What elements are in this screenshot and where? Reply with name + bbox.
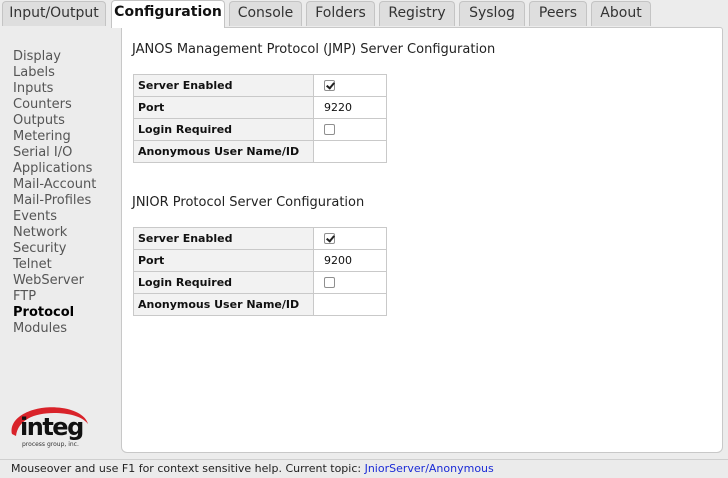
jnior-section-title: JNIOR Protocol Server Configuration bbox=[132, 195, 365, 210]
tab-input-output[interactable]: Input/Output bbox=[2, 1, 106, 26]
jmp-login-required-label: Login Required bbox=[133, 118, 314, 141]
sidebar-item-serial-io[interactable]: Serial I/O bbox=[13, 145, 96, 161]
sidebar-item-telnet[interactable]: Telnet bbox=[13, 257, 96, 273]
jmp-port-label: Port bbox=[133, 96, 314, 119]
jnior-server-enabled-label: Server Enabled bbox=[133, 227, 314, 250]
tab-registry[interactable]: Registry bbox=[379, 1, 455, 26]
table-row: Login Required bbox=[133, 118, 387, 141]
sidebar-item-webserver[interactable]: WebServer bbox=[13, 273, 96, 289]
table-row: Anonymous User Name/ID bbox=[133, 293, 387, 316]
table-row: Server Enabled bbox=[133, 227, 387, 250]
sidebar-item-modules[interactable]: Modules bbox=[13, 321, 96, 337]
tab-about[interactable]: About bbox=[591, 1, 651, 26]
sidebar-item-network[interactable]: Network bbox=[13, 225, 96, 241]
sidebar-item-security[interactable]: Security bbox=[13, 241, 96, 257]
sidebar-item-mail-account[interactable]: Mail-Account bbox=[13, 177, 96, 193]
jnior-config-table: Server Enabled Port 9200 Login Required … bbox=[133, 227, 387, 316]
jmp-port-field[interactable]: 9220 bbox=[313, 96, 387, 119]
table-row: Anonymous User Name/ID bbox=[133, 140, 387, 163]
sidebar-item-labels[interactable]: Labels bbox=[13, 65, 96, 81]
tab-peers[interactable]: Peers bbox=[529, 1, 587, 26]
jnior-login-required-checkbox[interactable] bbox=[324, 276, 335, 288]
sidebar-item-protocol[interactable]: Protocol bbox=[13, 305, 96, 321]
jmp-section-title: JANOS Management Protocol (JMP) Server C… bbox=[132, 42, 496, 57]
sidebar-item-display[interactable]: Display bbox=[13, 49, 96, 65]
tab-folders[interactable]: Folders bbox=[306, 1, 375, 26]
integ-logo: integ process group, inc. bbox=[6, 404, 90, 454]
table-row: Login Required bbox=[133, 271, 387, 294]
tab-console[interactable]: Console bbox=[229, 1, 302, 26]
jnior-anonymous-user-field[interactable] bbox=[313, 293, 387, 316]
jnior-anonymous-user-label: Anonymous User Name/ID bbox=[133, 293, 314, 316]
tab-syslog[interactable]: Syslog bbox=[459, 1, 525, 26]
current-topic-link[interactable]: JniorServer/Anonymous bbox=[365, 462, 494, 475]
sidebar-nav: Display Labels Inputs Counters Outputs M… bbox=[13, 49, 96, 337]
jmp-server-enabled-checkbox[interactable] bbox=[324, 79, 335, 91]
table-row: Port 9220 bbox=[133, 96, 387, 119]
jnior-port-label: Port bbox=[133, 249, 314, 272]
protocol-config-panel: JANOS Management Protocol (JMP) Server C… bbox=[121, 27, 723, 453]
jmp-anonymous-user-field[interactable] bbox=[313, 140, 387, 163]
jmp-anonymous-user-label: Anonymous User Name/ID bbox=[133, 140, 314, 163]
status-help-text: Mouseover and use F1 for context sensiti… bbox=[11, 462, 365, 475]
sidebar-item-ftp[interactable]: FTP bbox=[13, 289, 96, 305]
table-row: Server Enabled bbox=[133, 74, 387, 97]
jmp-login-required-checkbox[interactable] bbox=[324, 123, 335, 135]
sidebar-item-outputs[interactable]: Outputs bbox=[13, 113, 96, 129]
tab-bar: Input/Output Configuration Console Folde… bbox=[0, 0, 728, 28]
sidebar-item-metering[interactable]: Metering bbox=[13, 129, 96, 145]
table-row: Port 9200 bbox=[133, 249, 387, 272]
logo-text: integ bbox=[20, 413, 84, 441]
sidebar-item-mail-profiles[interactable]: Mail-Profiles bbox=[13, 193, 96, 209]
jnior-server-enabled-checkbox[interactable] bbox=[324, 232, 335, 244]
status-bar: Mouseover and use F1 for context sensiti… bbox=[0, 459, 728, 478]
tab-configuration[interactable]: Configuration bbox=[111, 0, 225, 28]
sidebar-item-events[interactable]: Events bbox=[13, 209, 96, 225]
jmp-server-enabled-label: Server Enabled bbox=[133, 74, 314, 97]
jnior-login-required-label: Login Required bbox=[133, 271, 314, 294]
sidebar-item-applications[interactable]: Applications bbox=[13, 161, 96, 177]
sidebar-item-counters[interactable]: Counters bbox=[13, 97, 96, 113]
jmp-config-table: Server Enabled Port 9220 Login Required … bbox=[133, 74, 387, 163]
logo-subtext: process group, inc. bbox=[22, 441, 79, 448]
jnior-port-field[interactable]: 9200 bbox=[313, 249, 387, 272]
sidebar-item-inputs[interactable]: Inputs bbox=[13, 81, 96, 97]
